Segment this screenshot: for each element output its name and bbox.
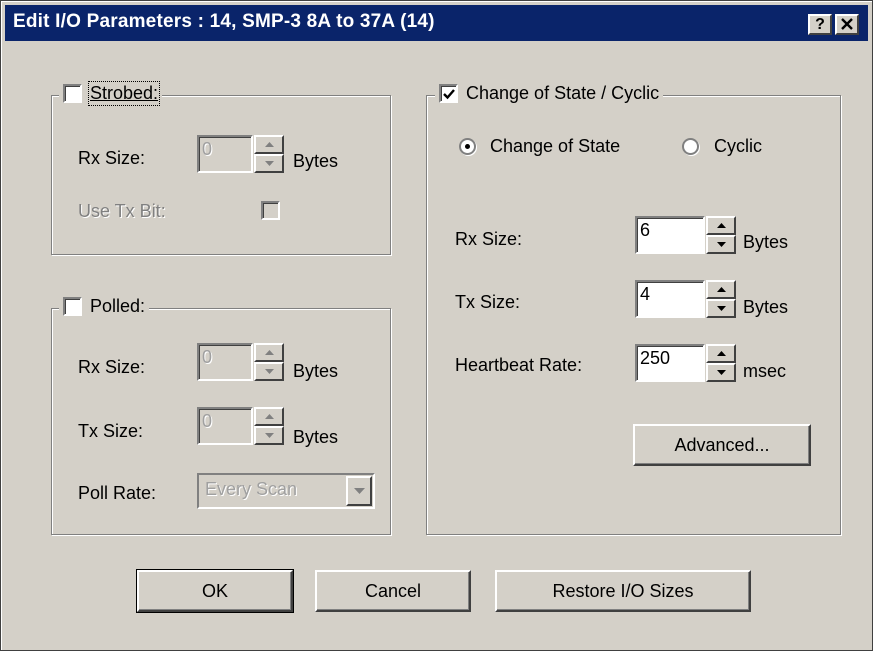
spin-down-button[interactable] (706, 235, 736, 254)
radio-change-of-state[interactable] (459, 138, 476, 155)
title-bar[interactable]: Edit I/O Parameters : 14, SMP-3 8A to 37… (5, 5, 868, 41)
use-tx-bit-label: Use Tx Bit: (78, 201, 166, 221)
cos-rx-size-label: Rx Size: (455, 229, 523, 249)
chevron-down-icon (354, 488, 365, 494)
edit-io-parameters-dialog: Edit I/O Parameters : 14, SMP-3 8A to 37… (0, 0, 873, 651)
cos-cyclic-checkbox[interactable] (439, 84, 458, 103)
spin-up-button[interactable] (254, 407, 284, 426)
arrow-up-icon (265, 414, 274, 419)
strobed-legend: Strobed: (59, 81, 163, 106)
strobed-rx-size-unit: Bytes (293, 151, 339, 171)
spin-up-button[interactable] (706, 280, 736, 299)
poll-rate-label: Poll Rate: (78, 483, 157, 503)
polled-rx-size-label: Rx Size: (78, 357, 146, 377)
spin-down-button[interactable] (706, 363, 736, 382)
poll-rate-dropdown-button[interactable] (346, 476, 372, 506)
strobed-rx-size-label: Rx Size: (78, 148, 146, 168)
arrow-down-icon (717, 370, 726, 375)
close-button[interactable] (835, 14, 859, 35)
cos-rx-size-spinner[interactable] (706, 216, 736, 254)
checkmark-icon (443, 89, 455, 100)
spin-up-button[interactable] (254, 343, 284, 362)
arrow-up-icon (265, 350, 274, 355)
polled-legend: Polled: (59, 296, 150, 317)
arrow-down-icon (265, 433, 274, 438)
polled-rx-size-spinner[interactable] (254, 343, 284, 381)
heartbeat-rate-label: Heartbeat Rate: (455, 355, 583, 375)
heartbeat-rate-unit: msec (743, 361, 787, 381)
arrow-down-icon (265, 161, 274, 166)
window-title: Edit I/O Parameters : 14, SMP-3 8A to 37… (13, 11, 435, 32)
arrow-up-icon (717, 351, 726, 356)
cos-cyclic-legend: Change of State / Cyclic (435, 83, 664, 104)
polled-rx-size-input[interactable]: 0 (197, 343, 253, 381)
close-icon (841, 18, 853, 30)
heartbeat-rate-spinner[interactable] (706, 344, 736, 382)
polled-rx-size-unit: Bytes (293, 361, 339, 381)
radio-cyclic[interactable] (682, 138, 699, 155)
cos-tx-size-input[interactable]: 4 (635, 280, 705, 318)
strobed-group (51, 95, 391, 255)
spin-down-button[interactable] (254, 154, 284, 173)
cos-rx-size-unit: Bytes (743, 232, 789, 252)
arrow-down-icon (717, 306, 726, 311)
polled-tx-size-spinner[interactable] (254, 407, 284, 445)
use-tx-bit-checkbox[interactable] (261, 201, 280, 220)
strobed-rx-size-spinner[interactable] (254, 135, 284, 173)
polled-tx-size-label: Tx Size: (78, 421, 144, 441)
arrow-up-icon (717, 287, 726, 292)
spin-up-button[interactable] (254, 135, 284, 154)
spin-up-button[interactable] (706, 344, 736, 363)
cancel-button[interactable]: Cancel (315, 570, 471, 612)
arrow-down-icon (265, 369, 274, 374)
radio-cyclic-label: Cyclic (714, 136, 762, 156)
restore-io-sizes-button[interactable]: Restore I/O Sizes (495, 570, 751, 612)
polled-tx-size-input[interactable]: 0 (197, 407, 253, 445)
spin-down-button[interactable] (254, 362, 284, 381)
polled-tx-size-unit: Bytes (293, 427, 339, 447)
cos-tx-size-spinner[interactable] (706, 280, 736, 318)
spin-up-button[interactable] (706, 216, 736, 235)
cos-tx-size-label: Tx Size: (455, 292, 521, 312)
strobed-rx-size-input[interactable]: 0 (197, 135, 253, 173)
polled-label: Polled: (90, 296, 146, 316)
arrow-up-icon (717, 223, 726, 228)
advanced-button[interactable]: Advanced... (633, 424, 811, 466)
help-button[interactable]: ? (808, 14, 832, 35)
polled-checkbox[interactable] (63, 297, 82, 316)
radio-selected-dot (465, 144, 470, 149)
strobed-label-text: Strobed: (90, 83, 159, 103)
strobed-checkbox[interactable] (63, 84, 82, 103)
ok-button[interactable]: OK (136, 569, 294, 613)
heartbeat-rate-input[interactable]: 250 (635, 344, 705, 382)
radio-change-of-state-label: Change of State (490, 136, 621, 156)
spin-down-button[interactable] (254, 426, 284, 445)
poll-rate-select[interactable]: Every Scan (197, 473, 375, 509)
poll-rate-value: Every Scan (205, 479, 298, 499)
arrow-down-icon (717, 242, 726, 247)
spin-down-button[interactable] (706, 299, 736, 318)
arrow-up-icon (265, 142, 274, 147)
cos-rx-size-input[interactable]: 6 (635, 216, 705, 254)
cos-tx-size-unit: Bytes (743, 297, 789, 317)
strobed-label: Strobed: (87, 81, 161, 106)
cos-cyclic-label: Change of State / Cyclic (466, 83, 660, 103)
